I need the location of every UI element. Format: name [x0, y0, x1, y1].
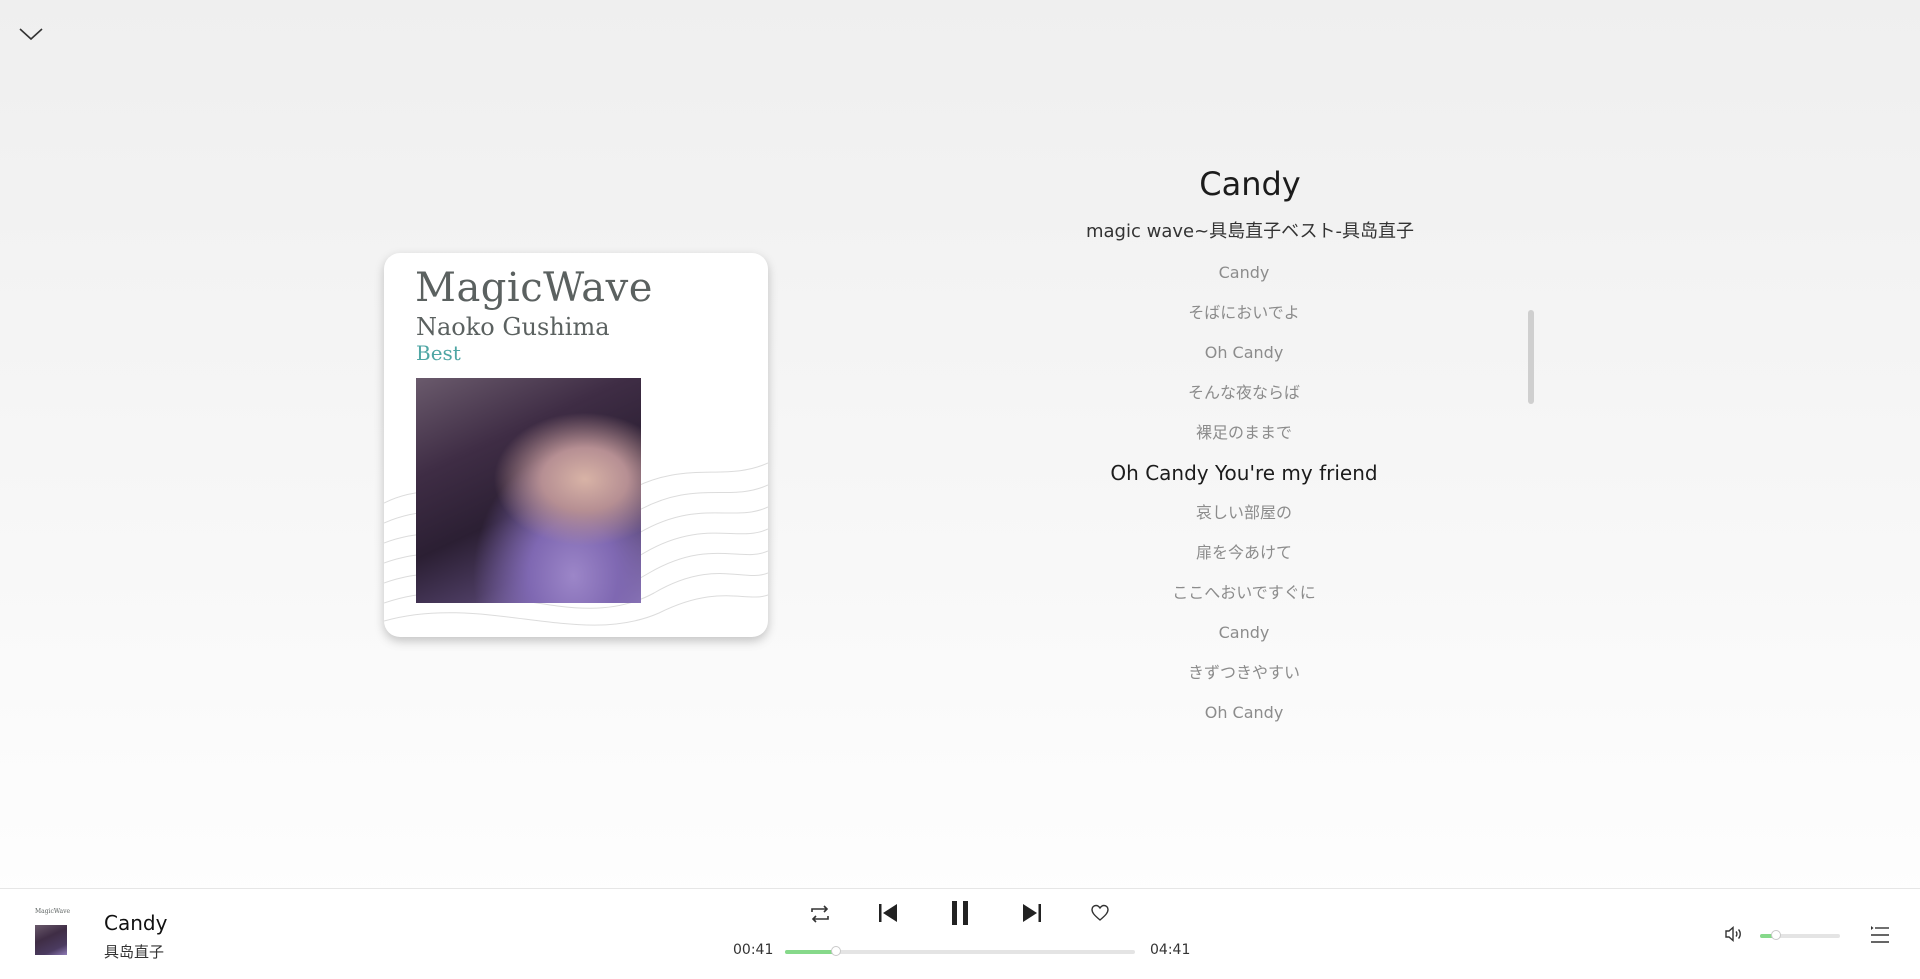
- now-playing-cover[interactable]: MagicWave: [33, 907, 71, 955]
- cover-edition-text: Best: [416, 341, 461, 365]
- lyric-line[interactable]: そんな夜ならば: [1044, 378, 1444, 418]
- lyrics-panel: Candy そばにおいでよ Oh Candy そんな夜ならば 裸足のままで Oh…: [1044, 258, 1444, 738]
- pause-button[interactable]: [946, 899, 974, 927]
- lyric-line[interactable]: ここへおいですぐに: [1044, 578, 1444, 618]
- previous-track-icon: [879, 904, 897, 922]
- now-playing-title[interactable]: Candy: [104, 911, 167, 935]
- repeat-button[interactable]: [808, 903, 832, 925]
- progress-fill: [785, 950, 837, 954]
- previous-button[interactable]: [876, 901, 900, 925]
- lyrics-scrollbar[interactable]: [1528, 310, 1534, 404]
- lyric-line[interactable]: 哀しい部屋の: [1044, 498, 1444, 538]
- album-cover: MagicWave Naoko Gushima Best: [384, 253, 768, 637]
- lyric-line[interactable]: Candy: [1044, 618, 1444, 658]
- cover-title-text: MagicWave: [415, 265, 653, 311]
- now-playing-artist[interactable]: 具岛直子: [104, 941, 164, 962]
- like-button[interactable]: [1090, 903, 1110, 923]
- next-button[interactable]: [1020, 901, 1044, 925]
- mini-cover-photo: [35, 925, 67, 955]
- lyric-line[interactable]: Candy: [1044, 258, 1444, 298]
- volume-icon: [1725, 925, 1741, 943]
- lyric-line-active[interactable]: Oh Candy You're my friend: [1044, 458, 1444, 498]
- song-album-artist: magic wave~具島直子ベスト-具岛直子: [1085, 221, 1415, 242]
- pause-icon: [952, 901, 968, 925]
- player-bar: MagicWave Candy 具岛直子 00:41 04:41: [0, 888, 1920, 979]
- cover-photo: [416, 378, 641, 603]
- lyric-line[interactable]: そばにおいでよ: [1044, 298, 1444, 338]
- lyric-line[interactable]: Oh Candy: [1044, 698, 1444, 738]
- mini-cover-title-text: MagicWave: [35, 908, 71, 915]
- progress-knob[interactable]: [831, 946, 842, 956]
- lyric-line[interactable]: きずつきやすい: [1044, 658, 1444, 698]
- collapse-button[interactable]: [18, 24, 44, 44]
- playlist-button[interactable]: [1870, 925, 1890, 945]
- cover-artist-text: Naoko Gushima: [416, 313, 610, 341]
- playlist-icon: [1871, 926, 1889, 943]
- song-title: Candy: [1199, 165, 1301, 203]
- volume-knob[interactable]: [1771, 930, 1781, 940]
- total-time: 04:41: [1150, 942, 1191, 958]
- progress-bar[interactable]: [785, 946, 1135, 956]
- current-time: 00:41: [733, 942, 774, 958]
- volume-button[interactable]: [1724, 924, 1744, 944]
- lyric-line[interactable]: 裸足のままで: [1044, 418, 1444, 458]
- repeat-icon: [811, 905, 829, 923]
- heart-icon: [1091, 904, 1109, 921]
- lyric-line[interactable]: 扉を今あけて: [1044, 538, 1444, 578]
- chevron-down-icon: [19, 28, 43, 41]
- volume-slider[interactable]: [1760, 930, 1840, 940]
- next-track-icon: [1023, 904, 1041, 922]
- lyric-line[interactable]: Oh Candy: [1044, 338, 1444, 378]
